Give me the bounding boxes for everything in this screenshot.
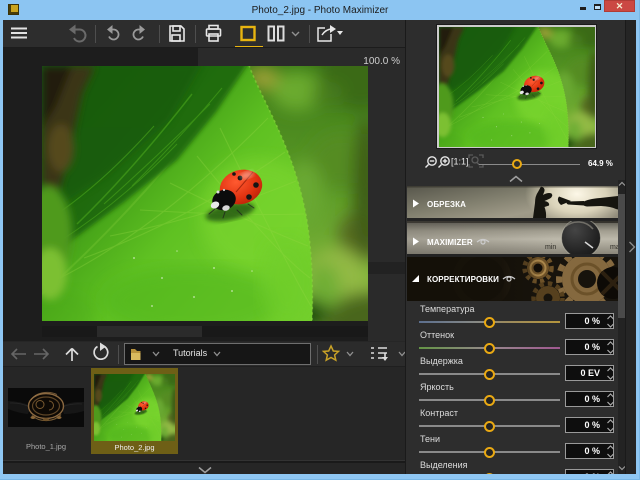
svg-text:ma: ma [610,244,618,251]
svg-text:[1:1]: [1:1] [451,157,469,167]
svg-text:min: min [545,244,556,251]
